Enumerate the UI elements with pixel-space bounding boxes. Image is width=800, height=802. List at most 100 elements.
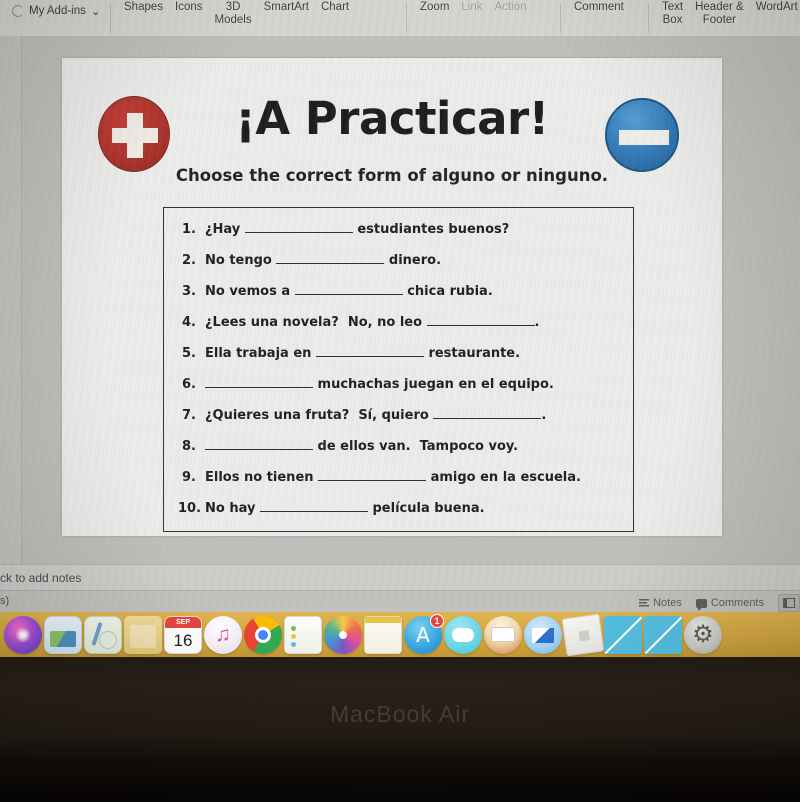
ribbon-group-text: Text Box Header & Footer WordArt <box>662 0 798 36</box>
ribbon-button-wordart[interactable]: WordArt <box>756 1 798 14</box>
exercise-text-before: No hay <box>205 501 260 516</box>
exercise-text: No tengo dinero. <box>205 251 441 268</box>
dock-icon-mail[interactable] <box>524 615 562 654</box>
macos-dock[interactable]: SEP 16 1 <box>0 612 800 657</box>
ribbon-button-text-box[interactable]: Text Box <box>662 1 683 26</box>
answer-blank[interactable] <box>244 220 353 233</box>
exercise-item: 1. ¿Hay estudiantes buenos? <box>178 220 619 251</box>
ribbon-button-shapes[interactable]: Shapes <box>124 1 163 14</box>
notes-placeholder: ck to add notes <box>0 571 82 585</box>
notes-pane[interactable]: ck to add notes <box>0 564 800 590</box>
dock-icon-cyan-app-1[interactable] <box>604 615 642 654</box>
answer-blank[interactable] <box>205 375 313 388</box>
exercise-item: 10. No hay película buena. <box>178 499 619 530</box>
answer-blank[interactable] <box>205 437 313 450</box>
reading-view-button[interactable] <box>778 594 800 612</box>
exercise-item: 9. Ellos no tienen amigo en la escuela. <box>178 468 619 499</box>
dock-icon-notes[interactable] <box>284 615 322 654</box>
exercise-text-after: . <box>534 315 540 330</box>
dock-icon-calendar[interactable]: SEP 16 <box>164 615 202 654</box>
dock-icon-folder[interactable] <box>124 615 162 654</box>
my-addins-label: My Add-ins <box>29 5 86 17</box>
dock-icon-pages[interactable] <box>364 615 402 654</box>
ribbon-button-label: Footer <box>702 13 737 26</box>
exercise-text-after: película buena. <box>367 501 485 516</box>
exercise-item: 5. Ella trabaja en restaurante. <box>178 344 619 375</box>
ribbon-button-comment[interactable]: Comment <box>574 1 624 14</box>
notes-button[interactable]: Notes <box>639 597 682 609</box>
answer-blank[interactable] <box>276 251 385 264</box>
exercise-number: 7. <box>182 408 196 423</box>
reading-view-icon <box>783 598 795 608</box>
exercise-item: 6. muchachas juegan en el equipo. <box>178 375 619 406</box>
chevron-down-icon: ⌄ <box>90 6 101 18</box>
dock-icon-books[interactable] <box>484 615 522 654</box>
comments-button[interactable]: Comments <box>695 597 764 611</box>
exercise-text: ¿Quieres una fruta? Sí, quiero . <box>205 406 546 423</box>
exercise-text: ¿Hay estudiantes buenos? <box>205 220 509 237</box>
ribbon-button-3d-models[interactable]: 3D Models <box>215 1 252 26</box>
ribbon-button-label: Icons <box>175 1 203 13</box>
dock-icon-preview[interactable] <box>44 615 82 654</box>
status-right-group: Notes Comments <box>639 594 800 612</box>
ribbon-button-header-footer[interactable]: Header & Footer <box>695 1 744 26</box>
dock-icon-chrome[interactable] <box>244 615 282 654</box>
ribbon-separator <box>110 3 111 33</box>
ribbon-button-label: Shapes <box>124 1 164 13</box>
answer-blank[interactable] <box>294 282 403 295</box>
ribbon-button-smartart[interactable]: SmartArt <box>264 1 309 14</box>
dock-icon-photos[interactable] <box>324 615 362 654</box>
exercise-text-after: chica rubia. <box>402 284 493 299</box>
ribbon-button-label: Text <box>662 1 684 13</box>
ribbon-button-label: Link <box>461 1 483 13</box>
dock-icon-siri[interactable] <box>4 615 42 654</box>
calendar-day: 16 <box>173 630 193 650</box>
exercise-text-before: Ella trabaja en <box>205 346 316 361</box>
ribbon-button-chart[interactable]: Chart <box>321 1 349 14</box>
exercise-text: Ella trabaja en restaurante. <box>205 344 520 361</box>
exercise-text: ¿Lees una novela? No, no leo . <box>205 313 540 330</box>
ribbon-separator <box>648 3 649 33</box>
dock-icon-messages[interactable] <box>444 615 482 654</box>
ribbon-button-label: Header & <box>695 1 744 13</box>
exercise-text: No hay película buena. <box>205 499 485 516</box>
exercise-text: Ellos no tienen amigo en la escuela. <box>205 468 581 485</box>
ribbon-button-icons[interactable]: Icons <box>175 1 203 14</box>
powerpoint-ribbon: My Add-ins ⌄ Shapes Icons 3D Models SmartArt… <box>0 0 800 36</box>
my-addins-button[interactable]: My Add-ins ⌄ <box>12 4 101 18</box>
minus-circle-icon <box>605 98 679 172</box>
ribbon-button-label: Box <box>662 13 683 26</box>
dock-icon-maps[interactable] <box>84 615 122 654</box>
dock-icon-cyan-app-2[interactable] <box>644 615 682 654</box>
ribbon-button-zoom[interactable]: Zoom <box>420 1 449 14</box>
dock-icon-music[interactable] <box>204 615 242 654</box>
exercise-number: 9. <box>182 470 196 485</box>
answer-blank[interactable] <box>315 344 424 357</box>
answer-blank[interactable] <box>318 468 427 481</box>
calendar-month: SEP <box>165 616 201 628</box>
answer-blank[interactable] <box>433 406 542 419</box>
slide-canvas[interactable]: ¡A Practicar! Choose the correct form of… <box>62 58 722 536</box>
comment-icon <box>695 598 707 611</box>
dock-icon-app-store[interactable]: 1 <box>404 613 444 654</box>
exercise-text-after: amigo en la escuela. <box>426 470 581 485</box>
notification-badge: 1 <box>430 613 444 628</box>
thumbnail-pane[interactable] <box>0 36 22 564</box>
exercise-text-after: estudiantes buenos? <box>352 222 510 237</box>
ribbon-separator <box>560 3 561 33</box>
notes-button-label: Notes <box>653 597 682 609</box>
exercise-text-after: de ellos van. Tampoco voy. <box>313 439 519 454</box>
answer-blank[interactable] <box>259 499 368 512</box>
exercise-item: 8. de ellos van. Tampoco voy. <box>178 437 619 468</box>
exercise-text-before: Ellos no tienen <box>205 470 319 485</box>
dock-icon-roblox[interactable] <box>561 613 605 656</box>
exercise-text-after: . <box>541 408 547 423</box>
exercise-item: 4. ¿Lees una novela? No, no leo . <box>178 313 619 344</box>
ribbon-group-comments: Comment <box>574 0 624 36</box>
answer-blank[interactable] <box>426 313 535 326</box>
exercise-text-before: ¿Lees una novela? No, no leo <box>205 315 427 330</box>
dock-icon-system-preferences[interactable] <box>684 615 722 654</box>
slide-subtitle: Choose the correct form of alguno or nin… <box>175 166 609 185</box>
notes-icon <box>639 598 650 608</box>
ribbon-button-label: Action <box>494 1 527 13</box>
